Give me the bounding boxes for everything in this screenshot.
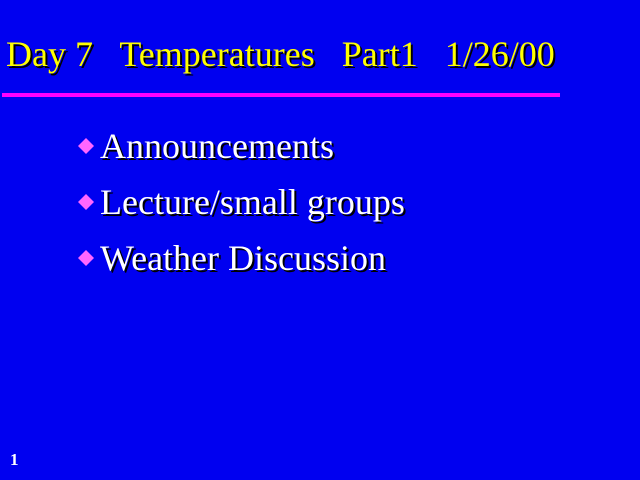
bullet-label: Announcements [100, 126, 334, 166]
diamond-bullet-icon [78, 138, 94, 154]
bullet-label: Weather Discussion [100, 238, 387, 278]
bullet-label: Lecture/small groups [100, 182, 405, 222]
slide-title: Day 7 Temperatures Part1 1/26/00 [6, 34, 555, 74]
diamond-bullet-icon [78, 250, 94, 266]
diamond-bullet-icon [78, 194, 94, 210]
slide-number: 1 [10, 450, 19, 469]
title-underline-rule [2, 93, 560, 97]
bullet-item-announcements: Announcements [78, 124, 405, 180]
bullet-list: Announcements Lecture/small groups Weath… [78, 124, 405, 292]
slide: Day 7 Temperatures Part1 1/26/00 Announc… [0, 0, 640, 480]
bullet-item-lecture: Lecture/small groups [78, 180, 405, 236]
bullet-item-weather-discussion: Weather Discussion [78, 236, 405, 292]
